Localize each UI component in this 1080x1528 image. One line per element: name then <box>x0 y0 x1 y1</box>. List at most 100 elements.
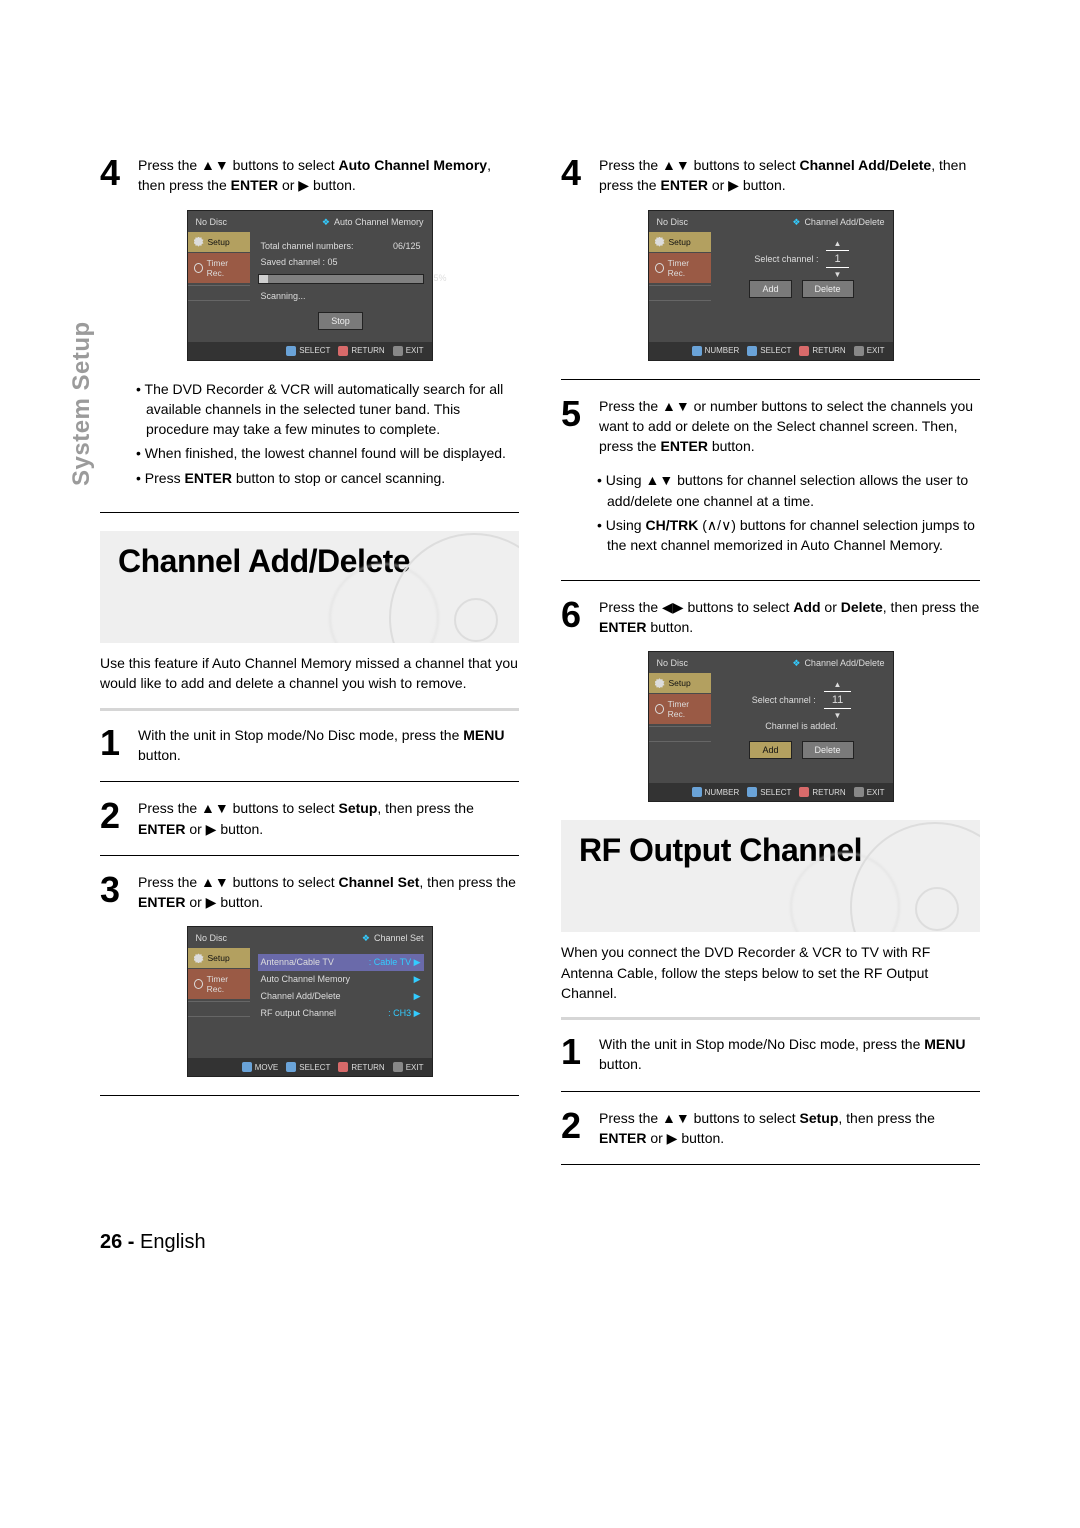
step-text: Press the ▲▼ buttons to select Setup, th… <box>599 1108 980 1149</box>
bullet: Press ENTER button to stop or cancel sca… <box>136 468 519 488</box>
osd-row-l: Antenna/Cable TV <box>261 957 334 968</box>
t: Press the ▲▼ buttons to select <box>138 157 338 173</box>
scan-progress: 5% <box>258 274 424 284</box>
no-disc-label: No Disc <box>196 933 228 944</box>
osd-channel-add-delete-1: No Disc ❖Channel Add/Delete Setup Timer … <box>648 210 894 361</box>
ca-step-2: 2 Press the ▲▼ buttons to select Setup, … <box>100 798 519 839</box>
ca-step-1: 1 With the unit in Stop mode/No Disc mod… <box>100 725 519 766</box>
osd-row-l: Auto Channel Memory <box>261 974 351 985</box>
right-step5-bullets: Using ▲▼ buttons for channel selection a… <box>597 470 980 555</box>
t: Select channel : <box>752 695 816 705</box>
foot-select: SELECT <box>299 1063 330 1072</box>
foot-move: MOVE <box>255 1063 279 1072</box>
osd-side-timer-rec: Timer Rec. <box>188 253 250 283</box>
osd-side-setup: Setup <box>188 232 250 252</box>
t: Scanning... <box>261 291 306 301</box>
step-text: Press the ◀▶ buttons to select Add or De… <box>599 597 980 638</box>
right-step-5: 5 Press the ▲▼ or number buttons to sele… <box>561 396 980 457</box>
osd-row-l: Channel Add/Delete <box>261 991 341 1002</box>
channel-number: 1 <box>826 250 848 268</box>
t: Total channel numbers: <box>261 241 354 251</box>
t: Saved channel : 05 <box>261 257 338 267</box>
bullet: Using ▲▼ buttons for channel selection a… <box>597 470 980 511</box>
foot-select: SELECT <box>760 788 791 797</box>
add-button: Add <box>749 280 791 298</box>
osd-title: ❖Channel Add/Delete <box>792 217 884 228</box>
osd-row-r: : CH3 ▶ <box>388 1008 420 1019</box>
left-step4-bullets: The DVD Recorder & VCR will automaticall… <box>136 379 519 488</box>
right-step-4: 4 Press the ▲▼ buttons to select Channel… <box>561 155 980 196</box>
t: ENTER <box>231 177 278 193</box>
osd-title: ❖Channel Set <box>362 933 424 944</box>
foot-select: SELECT <box>299 346 330 355</box>
step-text: Press the ▲▼ buttons to select Channel A… <box>599 155 980 196</box>
no-disc-label: No Disc <box>657 658 689 669</box>
osd-side-setup: Setup <box>188 948 250 968</box>
clock-icon <box>194 263 203 273</box>
foot-number: NUMBER <box>705 788 740 797</box>
t: 06/125 <box>393 241 421 251</box>
osd-auto-channel-memory: No Disc ❖Auto Channel Memory Setup Timer… <box>187 210 433 361</box>
t: or ▶ button. <box>278 177 356 193</box>
no-disc-label: No Disc <box>196 217 228 228</box>
delete-button: Delete <box>802 280 854 298</box>
step-number: 5 <box>561 396 589 457</box>
clock-icon <box>655 263 664 273</box>
step-number: 2 <box>561 1108 589 1149</box>
foot-exit: EXIT <box>406 1063 424 1072</box>
foot-return: RETURN <box>351 346 384 355</box>
right-step-6: 6 Press the ◀▶ buttons to select Add or … <box>561 597 980 638</box>
gear-icon <box>655 237 665 247</box>
step-number: 1 <box>561 1034 589 1075</box>
page-lang: English <box>140 1231 206 1253</box>
foot-return: RETURN <box>812 788 845 797</box>
step-text: Press the ▲▼ buttons to select Auto Chan… <box>138 155 519 196</box>
step-number: 4 <box>100 155 128 196</box>
rf-step-1: 1 With the unit in Stop mode/No Disc mod… <box>561 1034 980 1075</box>
page-footer: 26 - English <box>100 1231 980 1254</box>
osd-row-l: RF output Channel <box>261 1008 337 1019</box>
step-number: 3 <box>100 872 128 913</box>
foot-exit: EXIT <box>867 788 885 797</box>
bullet: Using CH/TRK (∧/∨) buttons for channel s… <box>597 515 980 556</box>
osd-side-timer-rec: Timer Rec. <box>649 694 711 724</box>
t: Select channel : <box>754 254 818 264</box>
step-number: 2 <box>100 798 128 839</box>
rf-step-2: 2 Press the ▲▼ buttons to select Setup, … <box>561 1108 980 1149</box>
stop-button: Stop <box>318 312 363 330</box>
foot-exit: EXIT <box>867 346 885 355</box>
step-number: 4 <box>561 155 589 196</box>
foot-exit: EXIT <box>406 346 424 355</box>
osd-side-setup: Setup <box>649 232 711 252</box>
bullet: When finished, the lowest channel found … <box>136 443 519 463</box>
osd-side-timer-rec: Timer Rec. <box>649 253 711 283</box>
step-text: Press the ▲▼ buttons to select Setup, th… <box>138 798 519 839</box>
delete-button: Delete <box>802 741 854 759</box>
foot-return: RETURN <box>812 346 845 355</box>
left-step-4: 4 Press the ▲▼ buttons to select Auto Ch… <box>100 155 519 196</box>
gear-icon <box>194 953 204 963</box>
section-side-label: System Setup <box>68 321 96 486</box>
step-text: Press the ▲▼ buttons to select Channel S… <box>138 872 519 913</box>
foot-number: NUMBER <box>705 346 740 355</box>
gear-icon <box>655 678 665 688</box>
osd-side-timer-rec: Timer Rec. <box>188 969 250 999</box>
bullet: The DVD Recorder & VCR will automaticall… <box>136 379 519 440</box>
left-column: 4 Press the ▲▼ buttons to select Auto Ch… <box>100 155 519 1181</box>
step-number: 1 <box>100 725 128 766</box>
no-disc-label: No Disc <box>657 217 689 228</box>
osd-channel-add-delete-2: No Disc ❖Channel Add/Delete Setup Timer … <box>648 651 894 802</box>
section-intro: When you connect the DVD Recorder & VCR … <box>561 942 980 1003</box>
osd-side-setup: Setup <box>649 673 711 693</box>
osd-title: ❖Auto Channel Memory <box>322 217 424 228</box>
add-button: Add <box>749 741 791 759</box>
t: Auto Channel Memory <box>338 157 487 173</box>
osd-row-r: ▶ <box>414 974 421 985</box>
step-text: With the unit in Stop mode/No Disc mode,… <box>138 725 519 766</box>
clock-icon <box>655 704 664 714</box>
page-number: 26 - <box>100 1231 134 1253</box>
osd-row-r: : Cable TV ▶ <box>369 957 421 968</box>
step-number: 6 <box>561 597 589 638</box>
osd-channel-set: No Disc ❖Channel Set Setup Timer Rec. An… <box>187 926 433 1077</box>
osd-title: ❖Channel Add/Delete <box>792 658 884 669</box>
